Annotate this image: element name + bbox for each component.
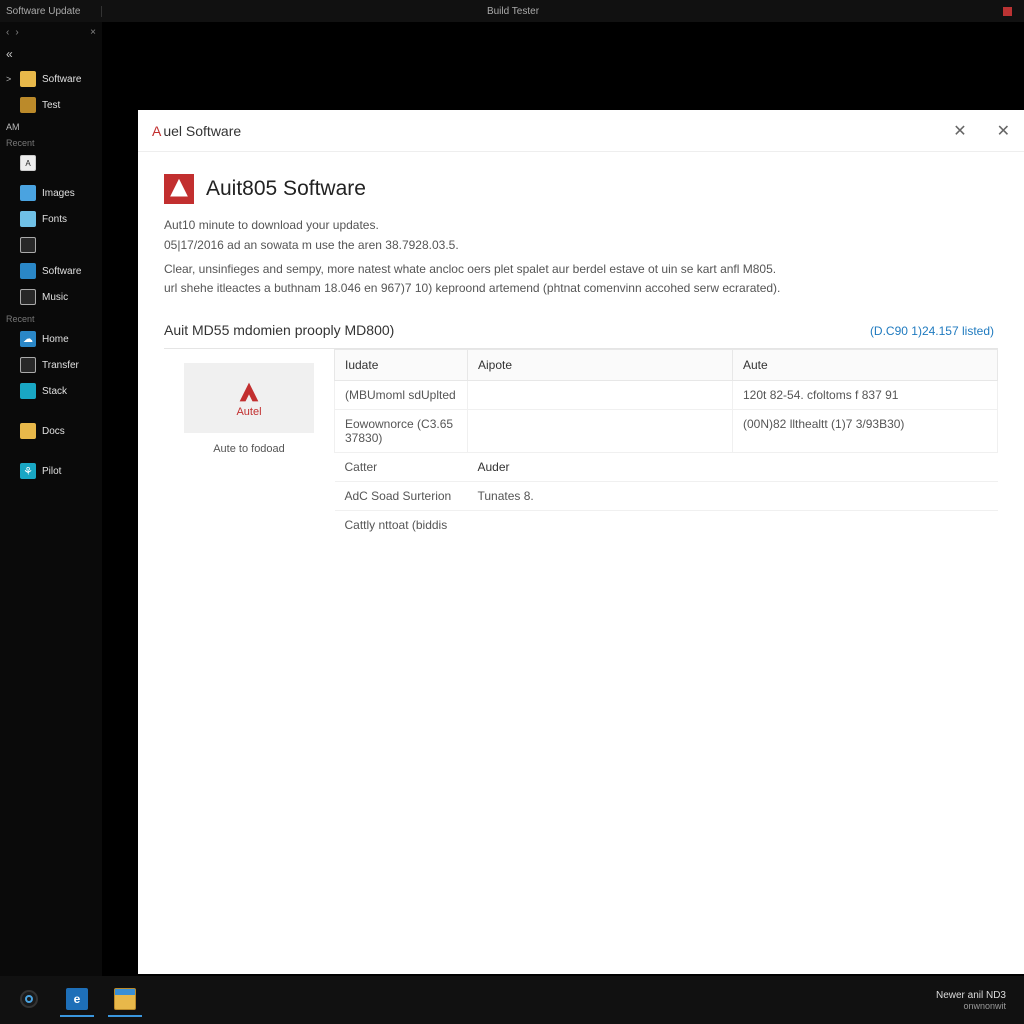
fonts-icon xyxy=(20,211,36,227)
folder-icon xyxy=(20,71,36,87)
taskbar-edge-icon[interactable]: e xyxy=(60,983,94,1017)
titlebar-document-name: Build Tester xyxy=(102,6,924,17)
table-row[interactable]: (MBUmoml sdUplted 120t 82-54. cfoltoms f… xyxy=(335,381,998,410)
sidebar-item-music[interactable]: Music xyxy=(0,284,102,310)
subheading: Aut10 minute to download your updates. xyxy=(164,218,998,232)
sidebar-item-home[interactable]: ☁Home xyxy=(0,326,102,352)
sidebar-item-transfer[interactable]: Transfer xyxy=(0,352,102,378)
sidebar-collapse-toggle[interactable]: « xyxy=(0,42,102,66)
tray-substatus: onwnonwit xyxy=(936,1001,1006,1011)
table-header: Iudate xyxy=(335,350,468,381)
section-link[interactable]: (D.C90 1)24.157 listed) xyxy=(870,324,994,338)
sidebar-item-images[interactable]: Images xyxy=(0,180,102,206)
sidebar-group-label: AM xyxy=(0,118,102,134)
panel-titlebar: A uel Software ✕ ✕ xyxy=(138,110,1024,152)
description: Clear, unsinfieges and sempy, more nates… xyxy=(164,260,984,298)
folder-icon xyxy=(20,423,36,439)
table-header: Aipote xyxy=(468,350,733,381)
product-thumbnail[interactable]: Autel xyxy=(184,363,314,433)
table-header: Aute xyxy=(733,350,998,381)
table-cell: AdC Soad Surterion xyxy=(335,482,468,511)
sidebar-item[interactable]: A xyxy=(0,150,102,176)
section-title: Auit MD55 mdomien prooply MD800) xyxy=(164,322,394,338)
panel-close-button[interactable]: ✕ xyxy=(953,121,966,141)
table-subheader: Auder xyxy=(468,453,733,482)
app-badge-icon xyxy=(164,174,194,204)
sidebar-group-sublabel: Recent xyxy=(0,134,102,150)
sidebar-item-label: Test xyxy=(42,100,60,111)
sidebar-close-icon[interactable]: × xyxy=(90,27,96,38)
sidebar-item-docs[interactable]: Docs xyxy=(0,418,102,444)
titlebar-app-name: Software Update xyxy=(0,6,102,17)
generic-icon xyxy=(20,237,36,253)
update-table: Iudate Aipote Aute (MBUmoml sdUplted 120… xyxy=(334,349,998,539)
table-cell: Cattly nttoat (biddis xyxy=(335,511,468,540)
taskbar-cortana-icon[interactable] xyxy=(12,983,46,1017)
images-icon xyxy=(20,185,36,201)
taskbar-tray[interactable]: Newer anil ND3 onwnonwit xyxy=(936,990,1012,1011)
brand-letter: A xyxy=(152,123,161,139)
sidebar-item-software[interactable]: > Software xyxy=(0,66,102,92)
version-line: 05|17/2016 ad an sowata m use the aren 3… xyxy=(164,238,998,252)
page-heading: Auit805 Software xyxy=(206,177,366,201)
tray-status: Newer anil ND3 xyxy=(936,990,1006,1001)
table-row[interactable]: Eowownorce (C3.65 37830) (00N)82 lltheal… xyxy=(335,410,998,453)
cloud-icon: ☁ xyxy=(20,331,36,347)
table-cell: Catter xyxy=(335,453,468,482)
sidebar-item-stack[interactable]: Stack xyxy=(0,378,102,404)
software-icon xyxy=(20,263,36,279)
window-titlebar: Software Update Build Tester xyxy=(0,0,1024,22)
thumbnail-logo-label: Autel xyxy=(236,406,261,418)
sidebar-item-softexp[interactable]: Software xyxy=(0,258,102,284)
folder-icon xyxy=(20,97,36,113)
sidebar-item-label: Software xyxy=(42,74,81,85)
panel-title-text: uel Software xyxy=(163,123,241,139)
panel-close-button-secondary[interactable]: ✕ xyxy=(997,121,1010,141)
stack-icon xyxy=(20,383,36,399)
sidebar-breadcrumb: ‹›× xyxy=(0,22,102,42)
people-icon: ⚘ xyxy=(20,463,36,479)
taskbar-explorer-icon[interactable] xyxy=(108,983,142,1017)
sidebar: ‹›× « > Software Test AM Recent A Images… xyxy=(0,22,102,998)
sidebar-item-fonts[interactable]: Fonts xyxy=(0,206,102,232)
sidebar-group-label: Recent xyxy=(0,310,102,326)
sidebar-item-pilot[interactable]: ⚘Pilot xyxy=(0,458,102,484)
close-icon[interactable] xyxy=(1003,7,1012,16)
app-icon: A xyxy=(20,155,36,171)
app-panel: A uel Software ✕ ✕ Auit805 Software Aut1… xyxy=(138,110,1024,974)
sidebar-item-test[interactable]: Test xyxy=(0,92,102,118)
taskbar: e Newer anil ND3 onwnonwit xyxy=(0,976,1024,1024)
thumbnail-caption: Aute to fodoad xyxy=(213,443,285,455)
transfer-icon xyxy=(20,357,36,373)
table-cell: Tunates 8. xyxy=(468,482,733,511)
sidebar-item[interactable] xyxy=(0,232,102,258)
music-icon xyxy=(20,289,36,305)
